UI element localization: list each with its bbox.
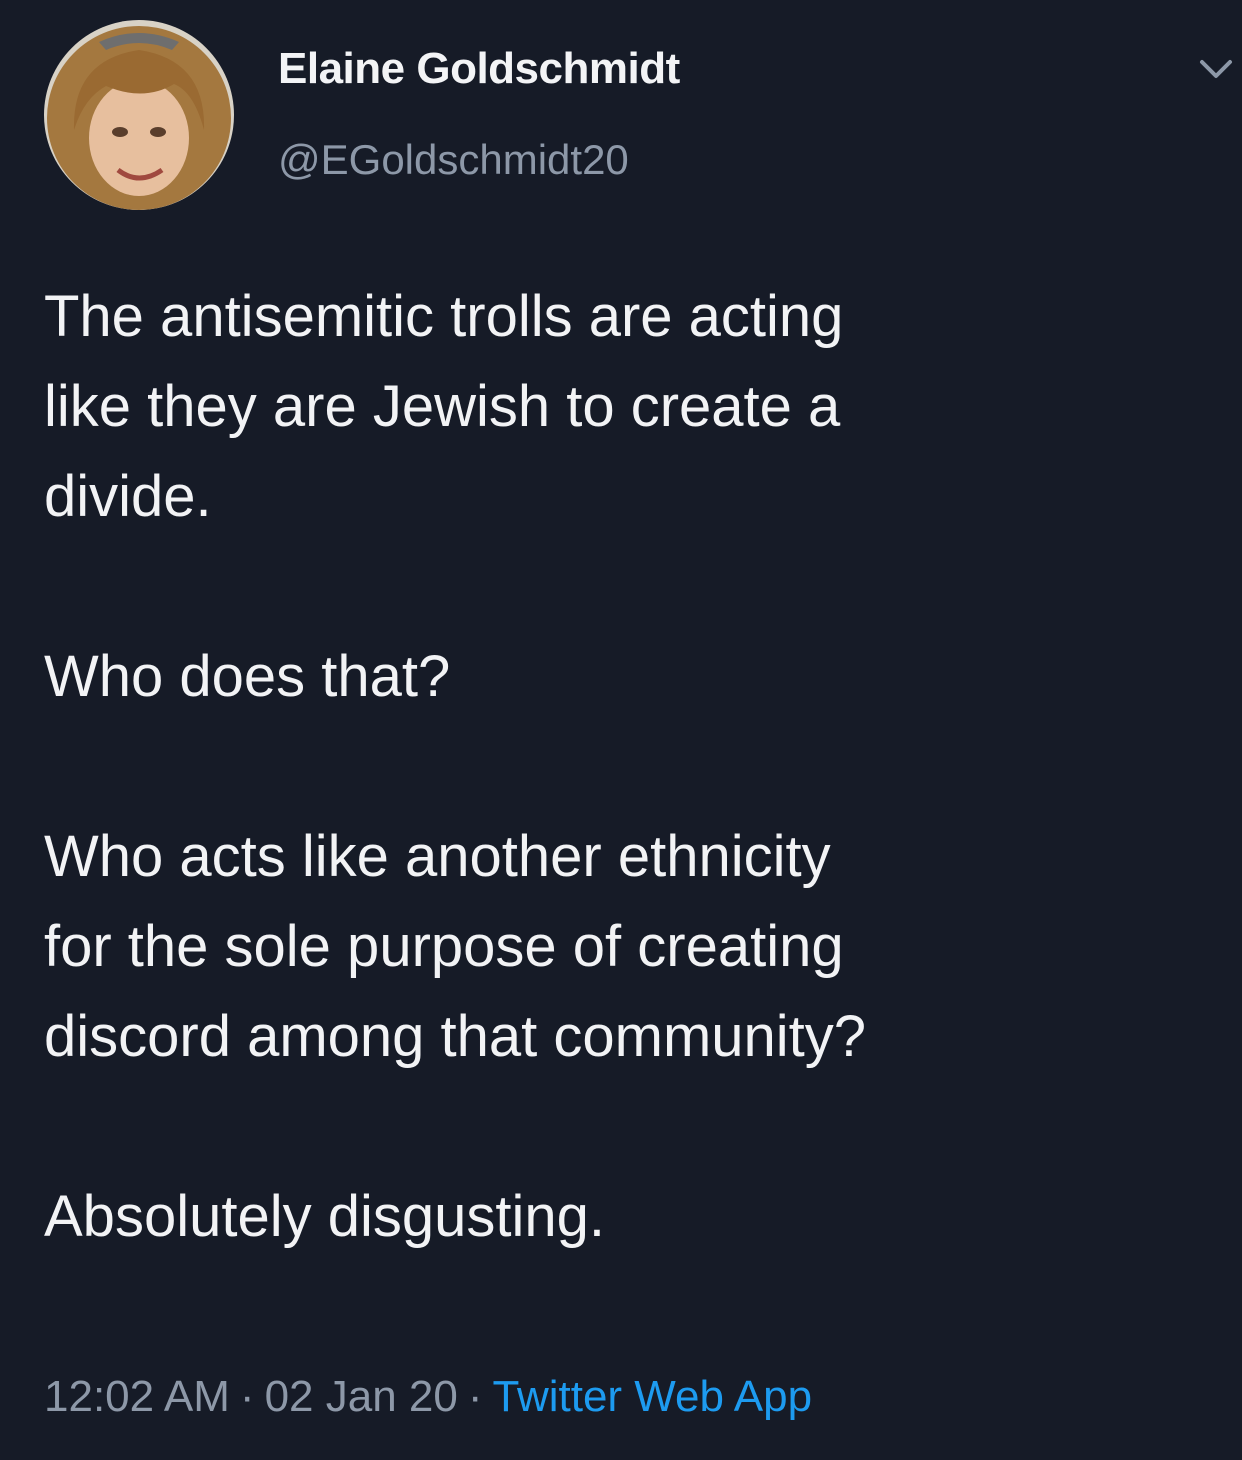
tweet-paragraph: Absolutely disgusting. [44,1184,605,1249]
tweet-card: Elaine Goldschmidt @EGoldschmidt20 The a… [0,0,1242,1460]
tweet-metadata: 12:02 AM · 02 Jan 20 · Twitter Web App [44,1372,812,1422]
tweet-paragraph: Who acts like another ethnicity for the … [44,824,867,1069]
tweet-paragraph: Who does that? [44,644,451,709]
tweet-date[interactable]: 02 Jan 20 [265,1372,458,1421]
tweet-time[interactable]: 12:02 AM [44,1372,230,1421]
tweet-paragraph: The antisemitic trolls are acting like t… [44,284,844,529]
meta-separator: · [239,1372,255,1421]
author-handle[interactable]: @EGoldschmidt20 [278,136,629,184]
author-display-name[interactable]: Elaine Goldschmidt [278,44,680,94]
avatar-image [44,20,234,210]
meta-separator: · [467,1372,483,1421]
tweet-source-link[interactable]: Twitter Web App [493,1372,813,1421]
chevron-down-icon[interactable] [1196,54,1236,84]
avatar[interactable] [44,20,234,210]
tweet-text: The antisemitic trolls are acting like t… [44,272,1214,1262]
